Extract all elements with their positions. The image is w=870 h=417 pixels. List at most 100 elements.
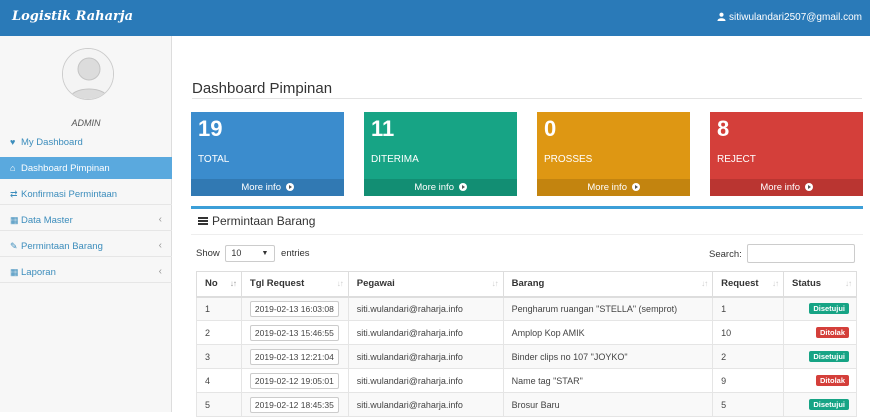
sidebar-item-permintaan-barang[interactable]: ✎ Permintaan Barang ‹ <box>0 235 172 257</box>
user-role: ADMIN <box>71 118 101 128</box>
permintaan-barang-panel: Permintaan Barang Show 10 ▼ entries Searc… <box>191 206 863 417</box>
cell-no: 4 <box>196 368 242 393</box>
sidebar-item-data-master[interactable]: ▦ Data Master ‹ <box>0 209 172 231</box>
status-badge: Ditolak <box>815 375 849 386</box>
cell-request: 9 <box>712 368 785 393</box>
user-menu[interactable]: sitiwulandari2507@gmail.com <box>717 12 862 23</box>
cell-request: 10 <box>712 320 785 345</box>
column-header-request[interactable]: Request ↓↑ <box>712 271 785 298</box>
cell-tgl-request: 2019-02-12 19:05:01 <box>240 368 349 393</box>
grid-icon: ▦ <box>10 215 19 225</box>
column-header-no[interactable]: No ↓↑ <box>196 271 242 298</box>
divider <box>192 98 862 99</box>
column-header-status[interactable]: Status ↓↑ <box>783 271 857 298</box>
status-badge: Disetujui <box>809 351 849 362</box>
heart-icon: ♥ <box>10 137 16 147</box>
avatar-placeholder-icon <box>63 49 113 99</box>
cell-barang: Pengharum ruangan "STELLA" (semprot) <box>502 296 714 321</box>
more-info-label: More info <box>587 182 627 193</box>
column-header-pegawai[interactable]: Pegawai ↓↑ <box>347 271 504 298</box>
table-row: 5 2019-02-12 18:45:35 siti.wulandari@rah… <box>196 392 857 417</box>
stat-label: PROSSES <box>544 154 593 165</box>
sidebar-item-label: Dashboard Pimpinan <box>21 163 110 174</box>
entries-value: 10 <box>231 248 242 258</box>
sidebar-item-my-dashboard[interactable]: ♥ My Dashboard <box>0 131 172 153</box>
divider <box>191 234 863 235</box>
cell-no: 3 <box>196 344 242 369</box>
status-badge: Disetujui <box>809 399 849 410</box>
exchange-icon: ⇄ <box>10 189 18 199</box>
requests-table: No ↓↑ Tgl Request ↓↑ Pegawai ↓↑ Barang ↓↑ Re… <box>196 271 857 417</box>
table-header-row: No ↓↑ Tgl Request ↓↑ Pegawai ↓↑ Barang ↓↑ Re… <box>196 271 857 298</box>
show-label: Show <box>196 248 220 260</box>
list-icon <box>198 217 208 225</box>
cell-pegawai: siti.wulandari@raharja.info <box>347 392 504 417</box>
timestamp-tag: 2019-02-13 12:21:04 <box>249 348 339 365</box>
chevron-left-icon: ‹ <box>158 240 162 251</box>
cell-no: 5 <box>196 392 242 417</box>
cell-request: 5 <box>712 392 785 417</box>
sort-icon: ↓↑ <box>772 279 779 288</box>
table-row: 4 2019-02-12 19:05:01 siti.wulandari@rah… <box>196 368 857 393</box>
chevron-left-icon: ‹ <box>158 214 162 225</box>
cell-tgl-request: 2019-02-12 18:45:35 <box>240 392 349 417</box>
arrow-circle-right-icon <box>285 183 294 191</box>
more-info-label: More info <box>414 182 454 193</box>
status-badge: Disetujui <box>809 303 849 315</box>
cell-status: Disetujui <box>783 296 857 321</box>
arrow-circle-right-icon <box>458 183 467 191</box>
header-label: Status <box>792 278 822 290</box>
stat-value: 19 <box>198 116 223 141</box>
more-info-link[interactable]: More info <box>364 179 517 196</box>
stat-label: TOTAL <box>198 154 230 165</box>
table-row: 3 2019-02-13 12:21:04 siti.wulandari@rah… <box>196 344 857 369</box>
stat-value: 8 <box>717 116 730 141</box>
sidebar-item-label: Permintaan Barang <box>21 241 103 252</box>
cell-tgl-request: 2019-02-13 15:46:55 <box>240 320 349 345</box>
more-info-link[interactable]: More info <box>191 179 344 196</box>
sidebar: ADMIN ♥ My Dashboard ⌂ Dashboard Pimpinan … <box>0 36 172 412</box>
stat-label: DITERIMA <box>371 154 419 165</box>
user-icon <box>717 12 726 21</box>
search-label: Search: <box>709 249 742 260</box>
sidebar-item-konfirmasi-permintaan[interactable]: ⇄ Konfirmasi Permintaan <box>0 183 172 205</box>
panel-title: Permintaan Barang <box>198 214 315 228</box>
page-title: Dashboard Pimpinan <box>192 80 333 97</box>
column-header-tgl-request[interactable]: Tgl Request ↓↑ <box>240 271 349 298</box>
sort-icon: ↓↑ <box>336 279 344 288</box>
more-info-link[interactable]: More info <box>710 179 863 196</box>
entries-control: Show 10 ▼ entries <box>196 245 310 262</box>
entries-select[interactable]: 10 ▼ <box>225 245 276 262</box>
brand-logo[interactable]: Logistik Raharja <box>12 9 133 24</box>
header-label: Tgl Request <box>249 278 305 290</box>
stat-box-total: 19 TOTAL More info <box>191 112 344 196</box>
sort-asc-icon: ↓↑ <box>229 279 237 288</box>
panel-title-text: Permintaan Barang <box>212 214 316 228</box>
stat-value: 0 <box>544 116 557 141</box>
cell-pegawai: siti.wulandari@raharja.info <box>347 344 504 369</box>
cell-status: Ditolak <box>783 320 857 345</box>
header-label: Barang <box>511 278 545 290</box>
sidebar-item-label: Laporan <box>21 267 56 278</box>
user-email: sitiwulandari2507@gmail.com <box>729 12 862 23</box>
cell-status: Disetujui <box>783 392 857 417</box>
search-input[interactable] <box>747 244 855 263</box>
more-info-label: More info <box>760 182 800 193</box>
header-label: Request <box>721 278 759 290</box>
stat-box-diterima: 11 DITERIMA More info <box>364 112 517 196</box>
entries-label: entries <box>281 248 310 260</box>
cell-barang: Amplop Kop AMIK <box>502 320 714 345</box>
cell-pegawai: siti.wulandari@raharja.info <box>347 296 504 321</box>
chevron-left-icon: ‹ <box>158 266 162 277</box>
more-info-label: More info <box>241 182 281 193</box>
column-header-barang[interactable]: Barang ↓↑ <box>502 271 714 298</box>
cell-no: 2 <box>196 320 242 345</box>
sidebar-item-label: Data Master <box>21 215 73 226</box>
sidebar-item-laporan[interactable]: ▦ Laporan ‹ <box>0 261 172 283</box>
more-info-link[interactable]: More info <box>537 179 690 196</box>
timestamp-tag: 2019-02-13 16:03:08 <box>249 300 339 317</box>
grid-icon: ▦ <box>10 267 19 277</box>
timestamp-tag: 2019-02-12 18:45:35 <box>249 396 339 413</box>
sidebar-item-dashboard-pimpinan[interactable]: ⌂ Dashboard Pimpinan <box>0 157 172 179</box>
cell-tgl-request: 2019-02-13 12:21:04 <box>240 344 349 369</box>
